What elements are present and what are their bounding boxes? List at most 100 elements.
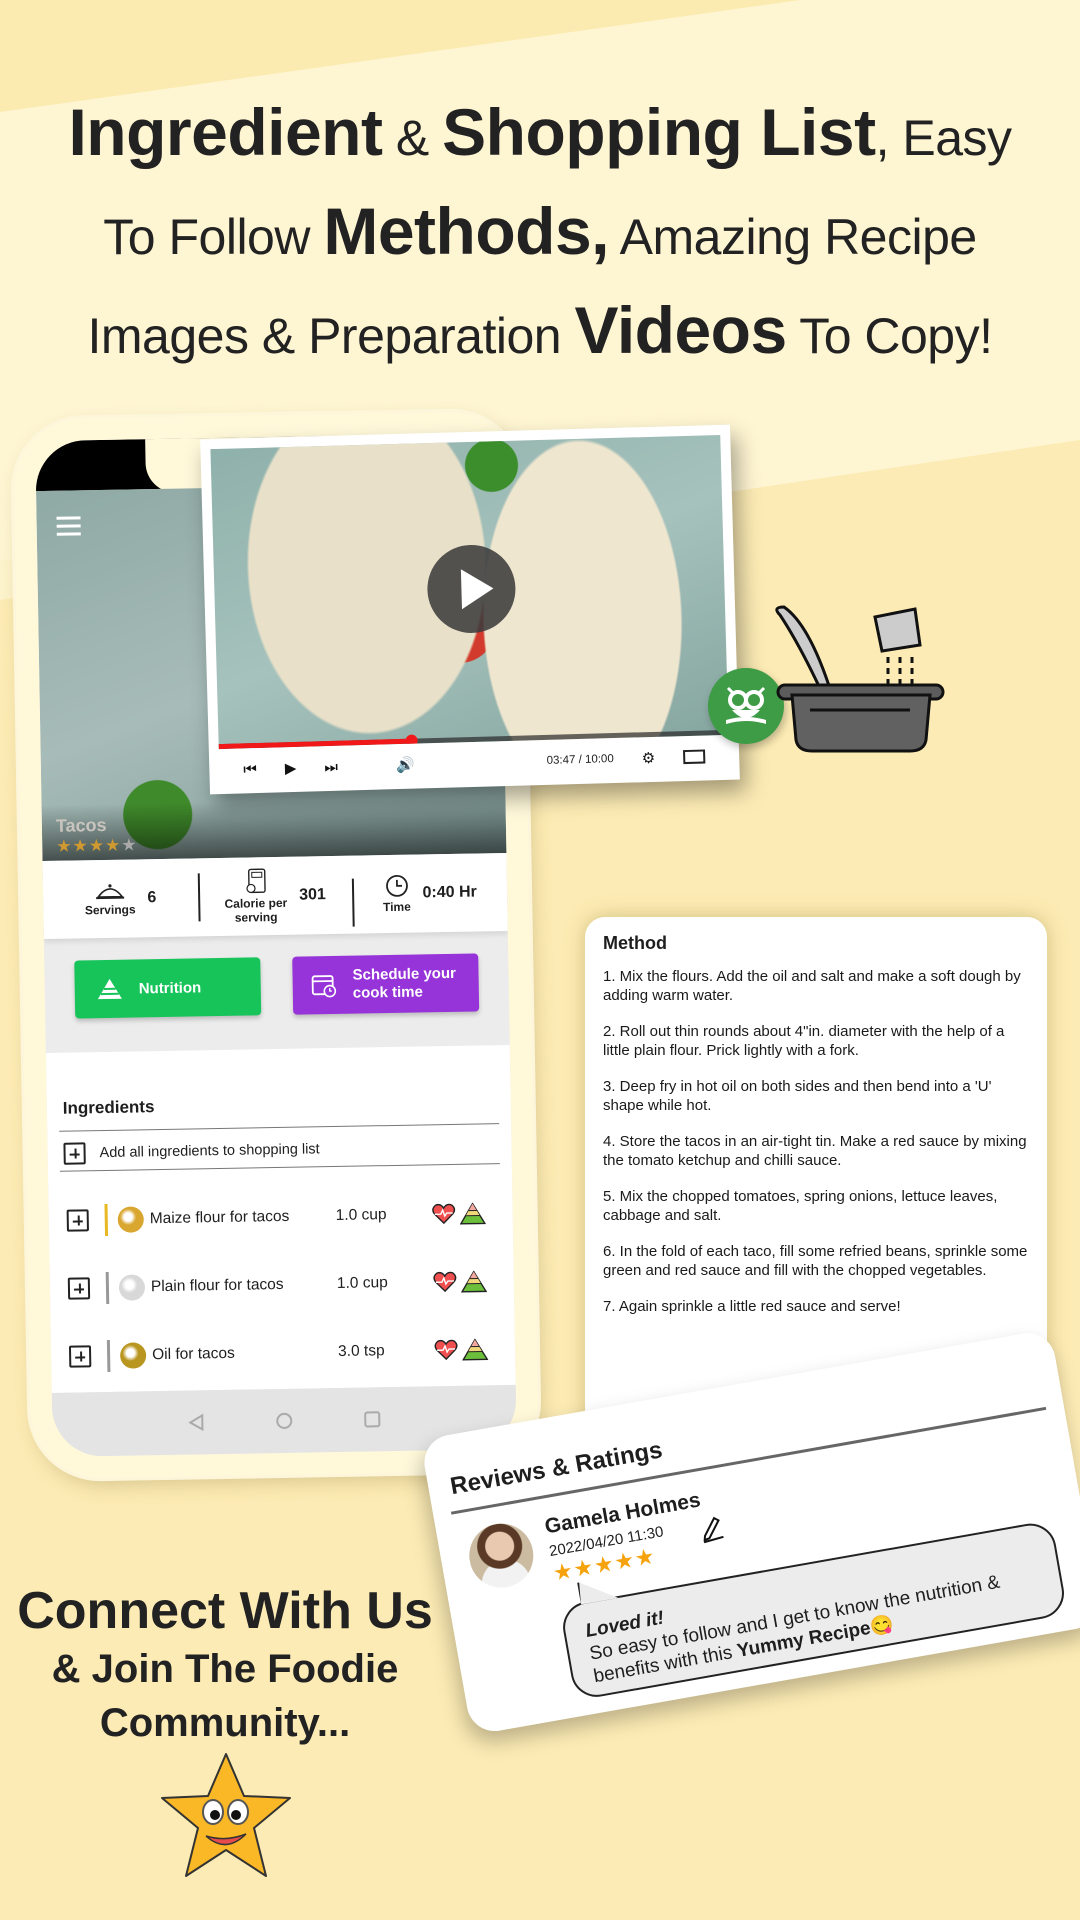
method-step: 7. Again sprinkle a little red sauce and… — [603, 1298, 901, 1315]
volume-icon[interactable]: 🔊 — [396, 756, 415, 775]
schedule-label-line1: Schedule your — [352, 964, 457, 984]
star-icon: ★ — [104, 835, 122, 855]
calculator-icon — [246, 868, 266, 894]
time-label: Time — [382, 899, 411, 915]
yum-emoji-icon: 😋 — [868, 1613, 896, 1639]
ingredient-quantity: 3.0 tsp — [337, 1342, 385, 1360]
method-steps: 1. Mix the flours. Add the oil and salt … — [603, 968, 1029, 1317]
video-frame[interactable] — [210, 434, 729, 750]
skip-next-icon[interactable]: ⏭ — [324, 758, 338, 775]
time-value: 0:40 Hr — [422, 883, 477, 902]
clock-icon — [385, 874, 408, 897]
recipe-stats-bar: Servings 6 Calorie per serving 301 Time 0… — [42, 852, 508, 940]
reviews-title: Reviews & Ratings — [448, 1436, 665, 1501]
calorie-value: 301 — [298, 886, 326, 904]
headline-methods: Methods, — [323, 194, 610, 268]
nutrition-button[interactable]: Nutrition — [74, 957, 262, 1019]
schedule-label-line2: cook time — [352, 983, 424, 1002]
star-icon: ★ — [88, 835, 106, 856]
play-overlay-button[interactable] — [426, 543, 517, 635]
connect-section: Connect With Us & Join The Foodie Commun… — [0, 1580, 450, 1750]
ingredient-name: Maize flour for tacos — [149, 1207, 290, 1228]
method-step: 1. Mix the flours. Add the oil and salt … — [603, 968, 1021, 1004]
method-title: Method — [603, 933, 667, 953]
food-pyramid-icon[interactable] — [462, 1338, 489, 1361]
action-buttons: Nutrition Schedule your cook time — [44, 953, 509, 1019]
headline-ingredient: Ingredient — [68, 95, 383, 169]
ingredients-panel: Ingredients Add all ingredients to shopp… — [45, 1044, 516, 1440]
headline-amp: & — [382, 110, 443, 166]
calorie-label-line2: serving — [234, 909, 278, 925]
play-icon[interactable]: ▶ — [285, 759, 297, 777]
headline-videos: Videos — [574, 293, 787, 367]
ingredient-thumbnail — [117, 1206, 144, 1233]
settings-gear-icon[interactable]: ⚙ — [642, 749, 656, 767]
ingredient-list: Maize flour for tacos 1.0 cup Plain flour … — [46, 1045, 510, 1440]
headline-amazing-recipe: Amazing Recipe — [609, 209, 978, 265]
food-pyramid-icon[interactable] — [460, 1270, 488, 1293]
smiling-star-mascot-icon — [161, 1753, 291, 1877]
add-to-list-icon[interactable] — [67, 1277, 91, 1300]
cooking-pot-icon — [775, 605, 945, 753]
ingredient-thumbnail — [118, 1274, 146, 1301]
connect-line-2: & Join The Foodie — [51, 1647, 399, 1691]
pencil-edit-icon[interactable] — [696, 1512, 728, 1544]
ingredient-quantity: 1.0 cup — [336, 1274, 388, 1292]
ingredient-color-bar — [105, 1271, 110, 1305]
ingredient-row: Maize flour for tacos 1.0 cup — [66, 1193, 505, 1241]
plus-box-icon — [63, 1142, 86, 1165]
calendar-clock-icon — [311, 975, 337, 998]
method-step: 3. Deep fry in hot oil on both sides and… — [603, 1078, 992, 1114]
headline-line-2: To Follow Methods, Amazing Recipe — [0, 191, 1080, 290]
method-step: 6. In the fold of each taco, fill some r… — [603, 1243, 1028, 1279]
ingredient-color-bar — [104, 1203, 109, 1237]
heart-health-icon[interactable] — [432, 1203, 456, 1225]
hamburger-menu-icon[interactable] — [56, 516, 81, 540]
nutrition-label: Nutrition — [138, 978, 202, 997]
ingredient-name: Plain flour for tacos — [150, 1275, 284, 1296]
add-to-list-icon[interactable] — [66, 1209, 89, 1232]
video-player: ⏮ ▶ ⏭ 🔊 03:47 / 10:00 ⚙ — [200, 424, 740, 795]
ingredient-row: Plain flour for tacos 1.0 cup — [67, 1261, 507, 1309]
add-all-label: Add all ingredients to shopping list — [99, 1141, 320, 1162]
promo-headline: Ingredient & Shopping List, Easy To Foll… — [0, 92, 1080, 389]
calorie-label-line1: Calorie per — [224, 895, 288, 911]
food-pyramid-icon[interactable] — [459, 1202, 486, 1225]
reviewer-avatar — [464, 1518, 539, 1593]
fullscreen-icon[interactable] — [683, 749, 706, 765]
star-icon: ★ — [72, 836, 89, 856]
ingredient-color-bar — [106, 1339, 111, 1373]
schedule-cook-time-button[interactable]: Schedule your cook time — [292, 953, 480, 1015]
stat-time: Time 0:40 Hr — [352, 872, 507, 915]
heart-health-icon[interactable] — [434, 1339, 458, 1361]
method-step: 4. Store the tacos in an air-tight tin. … — [603, 1133, 1027, 1169]
star-icon: ★ — [632, 1543, 658, 1572]
connect-line-3: Community... — [99, 1701, 351, 1745]
ingredient-quantity: 1.0 cup — [335, 1206, 387, 1224]
headline-to-copy: To Copy! — [786, 308, 993, 364]
ingredient-row: Oil for tacos 3.0 tsp — [68, 1329, 508, 1377]
headline-easy: , Easy — [875, 110, 1012, 166]
headline-to-follow: To Follow — [103, 209, 324, 265]
home-icon[interactable] — [275, 1412, 293, 1430]
headline-line-1: Ingredient & Shopping List, Easy — [0, 92, 1080, 191]
stat-calories: Calorie per serving 301 — [197, 867, 353, 926]
headline-shopping-list: Shopping List — [442, 95, 876, 169]
heart-health-icon[interactable] — [433, 1271, 457, 1293]
star-empty-icon: ★ — [121, 835, 138, 855]
stat-servings: Servings 6 — [43, 879, 198, 918]
ingredient-name: Oil for tacos — [151, 1344, 235, 1364]
recents-icon[interactable] — [363, 1410, 381, 1428]
servings-value: 6 — [147, 889, 157, 907]
headline-images: Images & Preparation — [87, 308, 575, 364]
ingredient-thumbnail — [119, 1342, 147, 1369]
connect-line-1: Connect With Us — [17, 1582, 433, 1640]
recipe-title: Tacos — [55, 814, 107, 836]
cloche-icon — [96, 884, 125, 900]
add-to-list-icon[interactable] — [68, 1345, 92, 1368]
star-icon: ★ — [56, 836, 73, 856]
pyramid-icon — [97, 978, 122, 1000]
back-icon[interactable] — [187, 1413, 205, 1432]
add-all-to-shopping-list[interactable]: Add all ingredients to shopping list — [63, 1138, 320, 1165]
skip-previous-icon[interactable]: ⏮ — [243, 761, 257, 778]
